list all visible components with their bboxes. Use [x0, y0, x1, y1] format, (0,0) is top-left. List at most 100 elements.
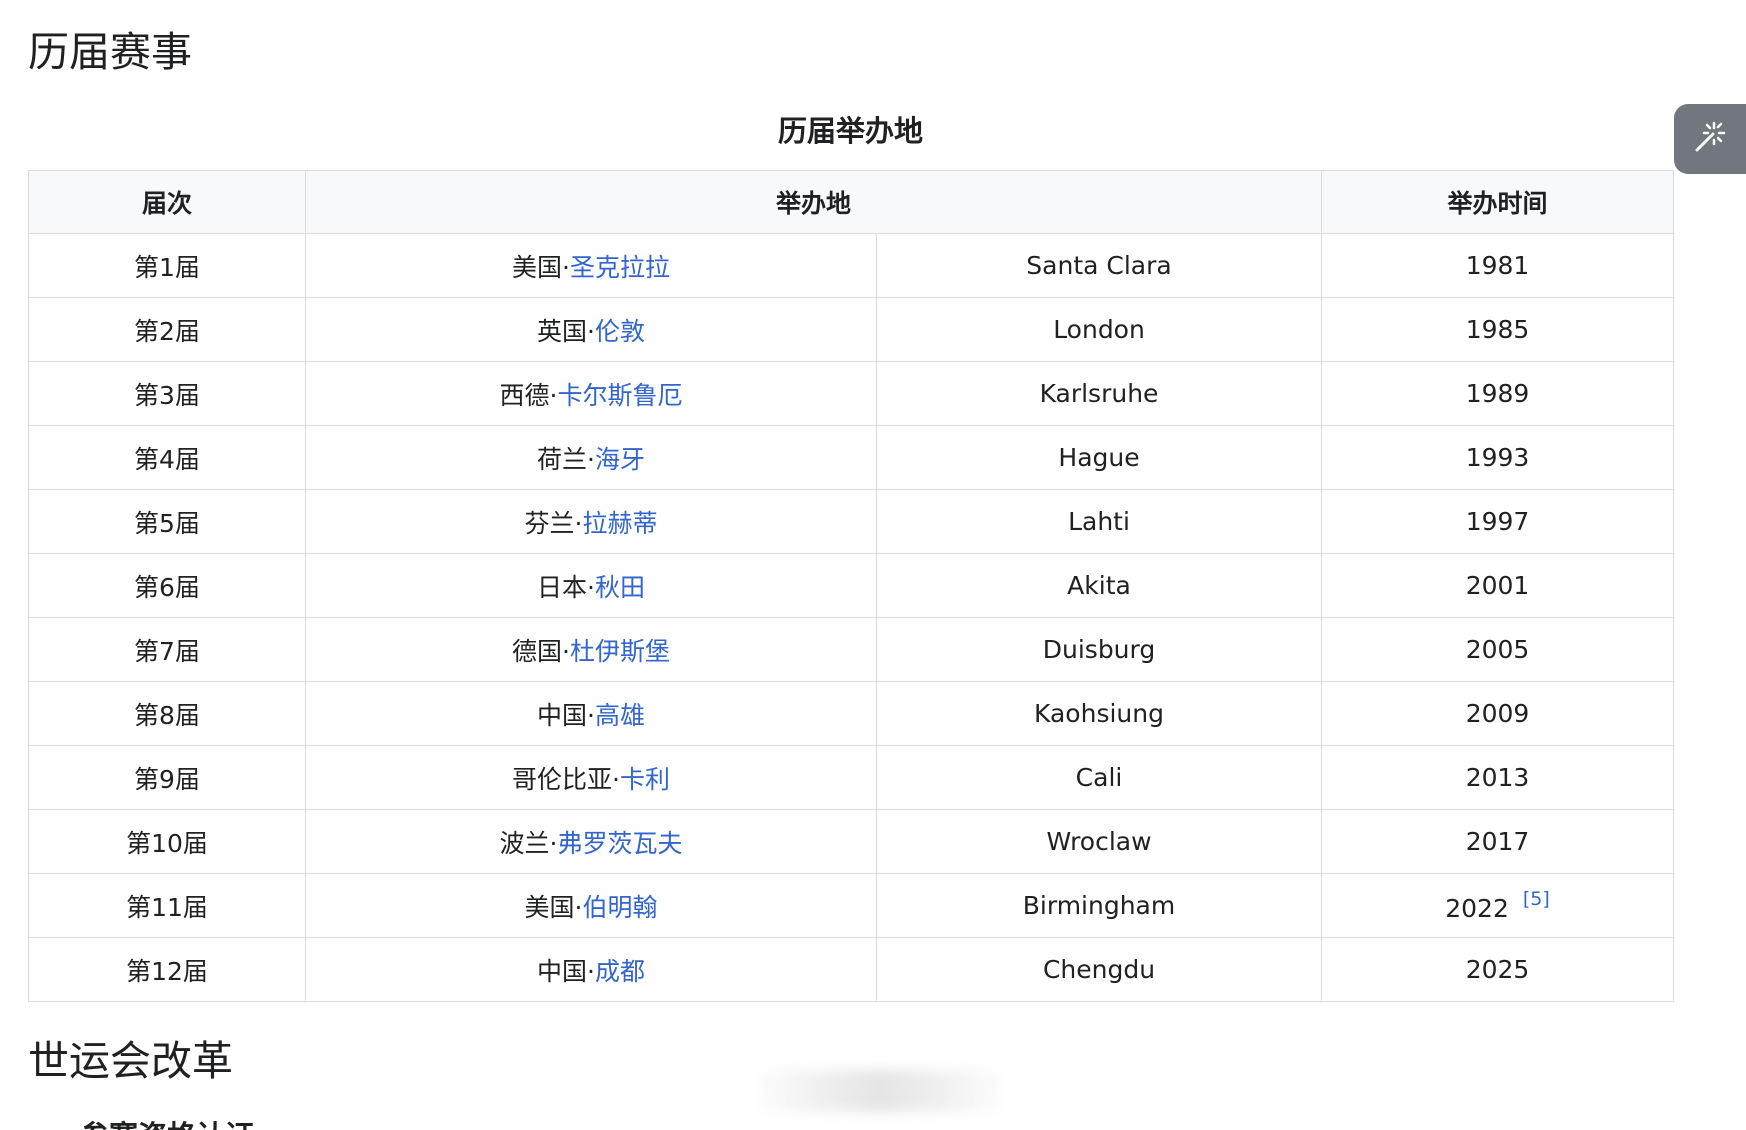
host-chinese-cell: 中国·成都	[305, 937, 877, 1002]
host-city-link[interactable]: 海牙	[595, 445, 645, 474]
host-chinese-cell: 荷兰·海牙	[305, 425, 877, 490]
host-city-link[interactable]: 高雄	[595, 701, 645, 730]
table-row: 第10届 波兰·弗罗茨瓦夫 Wroclaw 2017	[28, 809, 1675, 874]
host-english-cell: Lahti	[875, 489, 1323, 554]
year-value: 2009	[1465, 699, 1530, 728]
year-value: 1981	[1465, 251, 1530, 280]
host-english-cell: Karlsruhe	[875, 361, 1323, 426]
year-cell: 1989	[1321, 361, 1675, 426]
table-body: 第1届 美国·圣克拉拉 Santa Clara 1981 第2届 英国·伦敦 London 1…	[28, 233, 1675, 1002]
host-chinese-cell: 美国·伯明翰	[305, 873, 877, 938]
edition-cell: 第5届	[28, 489, 306, 554]
year-cell: 1981	[1321, 233, 1675, 298]
host-cities-table: 届次 举办地 举办时间 第1届 美国·圣克拉拉 Santa Clara 1981 第2届…	[28, 170, 1675, 1002]
host-country: 中国·	[537, 700, 595, 730]
host-english-cell: London	[875, 297, 1323, 362]
edition-cell: 第6届	[28, 553, 306, 618]
year-cell: 2025	[1321, 937, 1675, 1002]
section-heading-reform: 世运会改革	[28, 1037, 233, 1085]
host-country: 美国·	[524, 892, 583, 922]
host-english-cell: Akita	[875, 553, 1323, 618]
host-chinese-cell: 德国·杜伊斯堡	[305, 617, 877, 682]
host-country: 美国·	[512, 252, 570, 282]
year-value: 2017	[1465, 827, 1530, 856]
year-value: 1997	[1465, 507, 1530, 536]
host-chinese-cell: 英国·伦敦	[305, 297, 877, 362]
host-cities-table-container: 历届举办地 届次 举办地 举办时间 第1届 美国·圣克拉拉 Santa Clara 1…	[28, 110, 1675, 1002]
year-cell: 2022 [5]	[1321, 873, 1675, 938]
host-city-link[interactable]: 卡利	[620, 765, 670, 794]
host-english-cell: Santa Clara	[875, 233, 1323, 298]
host-city-link[interactable]: 杜伊斯堡	[570, 637, 670, 666]
table-row: 第5届 芬兰·拉赫蒂 Lahti 1997	[28, 489, 1675, 554]
host-chinese-cell: 西德·卡尔斯鲁厄	[305, 361, 877, 426]
host-country: 芬兰·	[524, 508, 583, 538]
host-country: 哥伦比亚·	[512, 764, 620, 794]
edition-cell: 第3届	[28, 361, 306, 426]
column-header-time: 举办时间	[1321, 170, 1675, 234]
host-city-link[interactable]: 拉赫蒂	[582, 509, 657, 538]
host-country: 西德·	[499, 380, 558, 410]
year-cell: 2005	[1321, 617, 1675, 682]
edition-cell: 第12届	[28, 937, 306, 1002]
column-header-host: 举办地	[304, 170, 1323, 234]
edition-cell: 第9届	[28, 745, 306, 810]
reference-link[interactable]: [5]	[1523, 888, 1550, 910]
blurred-overlay	[760, 1070, 1000, 1112]
host-city-link[interactable]: 伦敦	[595, 317, 645, 346]
year-cell: 2001	[1321, 553, 1675, 618]
edition-cell: 第4届	[28, 425, 306, 490]
host-english-cell: Wroclaw	[875, 809, 1323, 874]
table-row: 第11届 美国·伯明翰 Birmingham 2022 [5]	[28, 873, 1675, 938]
host-english-cell: Chengdu	[875, 937, 1323, 1002]
year-value: 1985	[1465, 315, 1530, 344]
host-english-cell: Hague	[875, 425, 1323, 490]
host-chinese-cell: 中国·高雄	[305, 681, 877, 746]
year-value: 1989	[1465, 379, 1530, 408]
table-row: 第4届 荷兰·海牙 Hague 1993	[28, 425, 1675, 490]
year-cell: 1997	[1321, 489, 1675, 554]
year-cell: 1993	[1321, 425, 1675, 490]
host-city-link[interactable]: 圣克拉拉	[570, 253, 670, 282]
magic-wand-icon	[1693, 120, 1727, 158]
host-country: 荷兰·	[537, 444, 595, 474]
host-chinese-cell: 美国·圣克拉拉	[305, 233, 877, 298]
table-row: 第1届 美国·圣克拉拉 Santa Clara 1981	[28, 233, 1675, 298]
year-value: 2005	[1465, 635, 1530, 664]
edition-cell: 第10届	[28, 809, 306, 874]
edition-cell: 第11届	[28, 873, 306, 938]
host-chinese-cell: 日本·秋田	[305, 553, 877, 618]
host-chinese-cell: 哥伦比亚·卡利	[305, 745, 877, 810]
magic-wand-button[interactable]	[1674, 104, 1746, 174]
edition-cell: 第1届	[28, 233, 306, 298]
year-cell: 2013	[1321, 745, 1675, 810]
table-row: 第7届 德国·杜伊斯堡 Duisburg 2005	[28, 617, 1675, 682]
host-country: 德国·	[512, 636, 570, 666]
table-row: 第3届 西德·卡尔斯鲁厄 Karlsruhe 1989	[28, 361, 1675, 426]
year-value: 2013	[1465, 763, 1530, 792]
host-english-cell: Kaohsiung	[875, 681, 1323, 746]
host-chinese-cell: 芬兰·拉赫蒂	[305, 489, 877, 554]
host-country: 中国·	[537, 956, 595, 986]
host-city-link[interactable]: 卡尔斯鲁厄	[557, 381, 682, 410]
host-country: 日本·	[537, 572, 595, 602]
section-heading-history: 历届赛事	[28, 28, 192, 76]
edition-cell: 第7届	[28, 617, 306, 682]
year-cell: 2009	[1321, 681, 1675, 746]
host-country: 波兰·	[499, 828, 558, 858]
host-city-link[interactable]: 伯明翰	[582, 893, 657, 922]
table-row: 第2届 英国·伦敦 London 1985	[28, 297, 1675, 362]
host-city-link[interactable]: 秋田	[595, 573, 645, 602]
host-country: 英国·	[537, 316, 595, 346]
host-english-cell: Cali	[875, 745, 1323, 810]
column-header-edition: 届次	[28, 170, 306, 234]
table-row: 第8届 中国·高雄 Kaohsiung 2009	[28, 681, 1675, 746]
year-value: 2022	[1445, 894, 1509, 923]
table-row: 第12届 中国·成都 Chengdu 2025	[28, 937, 1675, 1002]
host-chinese-cell: 波兰·弗罗茨瓦夫	[305, 809, 877, 874]
year-cell: 2017	[1321, 809, 1675, 874]
host-city-link[interactable]: 成都	[595, 957, 645, 986]
host-city-link[interactable]: 弗罗茨瓦夫	[557, 829, 682, 858]
year-cell: 1985	[1321, 297, 1675, 362]
year-value: 2001	[1465, 571, 1530, 600]
